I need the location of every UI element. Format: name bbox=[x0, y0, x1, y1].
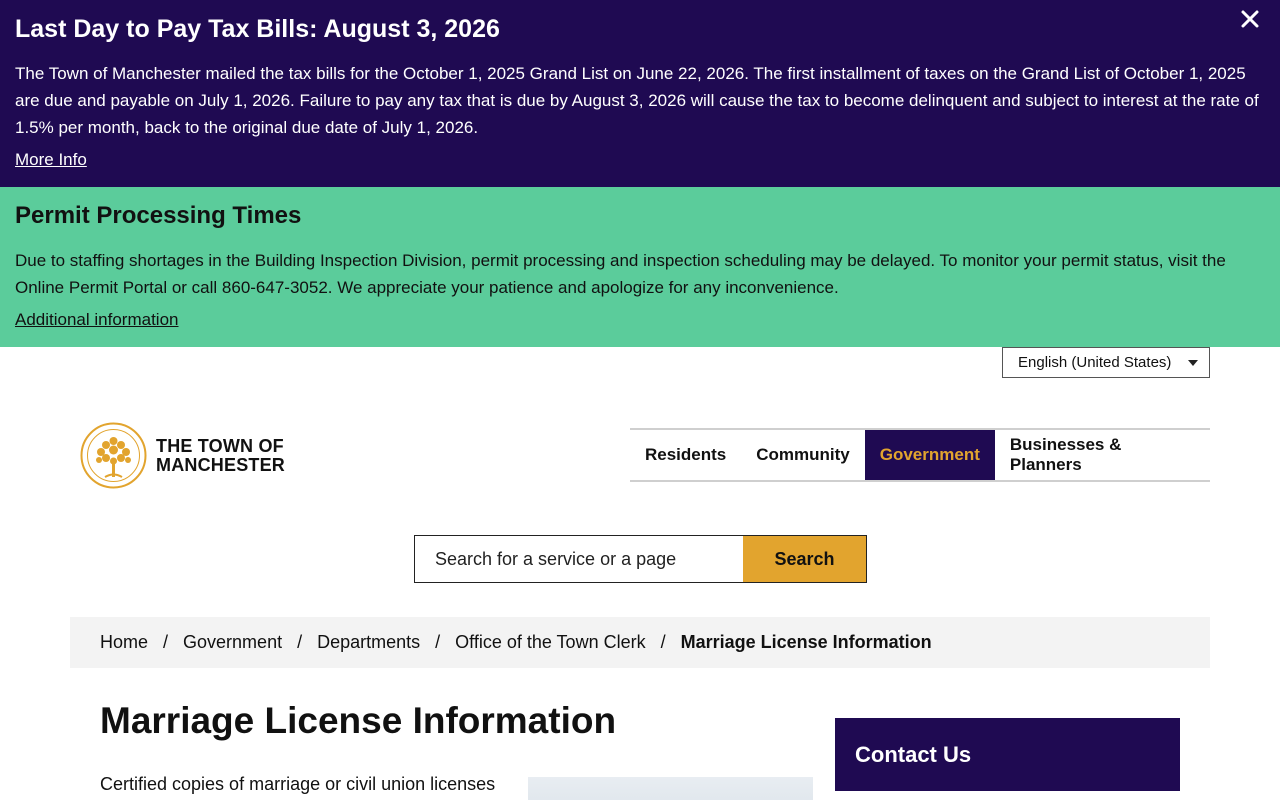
breadcrumb-separator: / bbox=[297, 632, 303, 652]
permit-alert-body: Due to staffing shortages in the Buildin… bbox=[15, 251, 1226, 297]
town-logo[interactable]: THE TOWN OF MANCHESTER bbox=[80, 421, 285, 490]
tax-alert-title: Last Day to Pay Tax Bills: August 3, 202… bbox=[15, 15, 500, 43]
breadcrumb-separator: / bbox=[660, 632, 666, 652]
permit-alert-banner: Permit Processing Times Due to staffing … bbox=[0, 187, 1280, 347]
breadcrumb-town-clerk[interactable]: Office of the Town Clerk bbox=[455, 632, 645, 653]
contact-us-title: Contact Us bbox=[855, 742, 972, 767]
content-image bbox=[528, 777, 813, 800]
breadcrumb-government[interactable]: Government bbox=[183, 632, 282, 653]
town-seal-icon bbox=[80, 422, 147, 489]
tax-alert-body: The Town of Manchester mailed the tax bi… bbox=[15, 64, 1259, 137]
search-input[interactable] bbox=[415, 536, 743, 582]
breadcrumb: Home / Government / Departments / Office… bbox=[70, 617, 1210, 668]
nav-community[interactable]: Community bbox=[741, 430, 865, 480]
permit-alert-title: Permit Processing Times bbox=[15, 202, 302, 229]
page-title: Marriage License Information bbox=[100, 700, 617, 741]
contact-us-card: Contact Us bbox=[835, 718, 1180, 791]
tax-alert-banner: Last Day to Pay Tax Bills: August 3, 202… bbox=[0, 0, 1280, 187]
breadcrumb-separator: / bbox=[163, 632, 169, 652]
breadcrumb-current: Marriage License Information bbox=[680, 632, 932, 652]
search-button[interactable]: Search bbox=[743, 536, 866, 582]
breadcrumb-home[interactable]: Home bbox=[100, 632, 148, 653]
logo-line-1: THE TOWN OF bbox=[156, 435, 284, 456]
logo-text: THE TOWN OF MANCHESTER bbox=[156, 435, 286, 475]
close-icon bbox=[1241, 10, 1259, 28]
language-select[interactable]: English (United States) bbox=[1002, 347, 1210, 378]
more-info-link[interactable]: More Info bbox=[15, 150, 87, 170]
nav-residents[interactable]: Residents bbox=[630, 430, 741, 480]
caret-down-icon bbox=[1188, 360, 1198, 366]
site-search: Search bbox=[414, 535, 867, 583]
nav-businesses-planners[interactable]: Businesses & Planners bbox=[995, 430, 1210, 480]
breadcrumb-departments[interactable]: Departments bbox=[317, 632, 420, 653]
main-navigation: Residents Community Government Businesse… bbox=[630, 428, 1210, 482]
nav-government[interactable]: Government bbox=[864, 430, 995, 480]
breadcrumb-separator: / bbox=[435, 632, 441, 652]
language-select-value: English (United States) bbox=[1018, 354, 1172, 371]
close-alert-button[interactable] bbox=[1238, 7, 1262, 31]
additional-information-link[interactable]: Additional information bbox=[15, 310, 178, 330]
logo-line-2: MANCHESTER bbox=[156, 454, 286, 475]
intro-text: Certified copies of marriage or civil un… bbox=[100, 774, 496, 794]
